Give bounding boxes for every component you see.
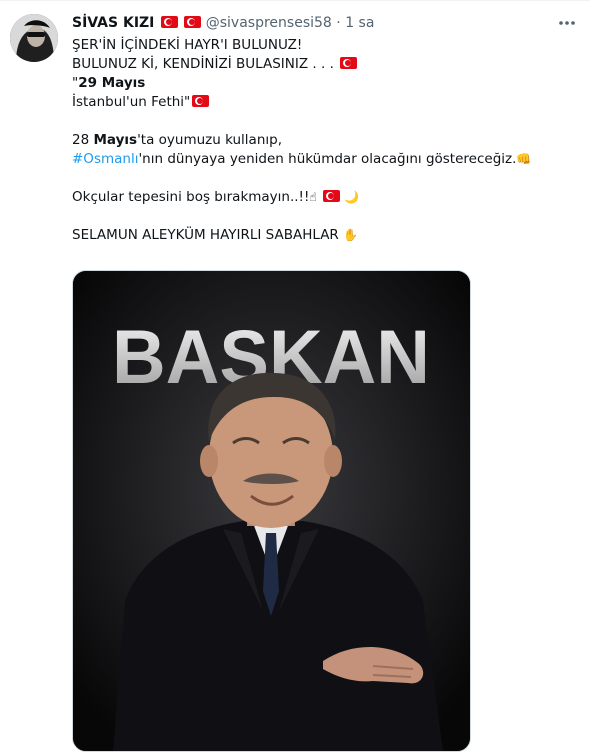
tweet-line: Okçular tepesini boş bırakmayın..!!☝ 🌙 <box>72 188 572 207</box>
text-span: 'ta oyumuzu kullanıp, <box>137 132 282 148</box>
text-span: ŞER'İN İÇİNDEKİ HAYR'I BULUNUZ! <box>72 37 303 53</box>
tweet-line: 28 Mayıs'ta oyumuzu kullanıp, <box>72 131 572 150</box>
tweet-line: "29 Mayıs <box>72 74 572 93</box>
tweet-line: İstanbul'un Fethi" <box>72 93 572 112</box>
tweet-line: ŞER'İN İÇİNDEKİ HAYR'I BULUNUZ! <box>72 36 572 55</box>
tweet-timestamp[interactable]: 1 sa <box>345 15 374 31</box>
bold-text: 29 Mayıs <box>78 75 146 91</box>
tweet-line: BULUNUZ Kİ, KENDİNİZİ BULASINIZ . . . <box>72 55 572 74</box>
text-span: İstanbul'un Fethi" <box>72 94 191 110</box>
text-span: Okçular tepesini boş bırakmayın..!! <box>72 189 310 205</box>
author-display-name[interactable]: SİVAS KIZI <box>72 15 154 31</box>
author-avatar[interactable] <box>10 14 58 62</box>
tweet-line: SELAMUN ALEYKÜM HAYIRLI SABAHLAR ✋ <box>72 226 572 245</box>
avatar-image <box>10 14 58 62</box>
turkish-flag-icon <box>323 190 340 202</box>
tweet-text: ŞER'İN İÇİNDEKİ HAYR'I BULUNUZ! BULUNUZ … <box>72 36 572 245</box>
turkish-flag-icon <box>192 95 210 107</box>
pointing-up-icon: ☝ <box>309 190 317 204</box>
text-span: SELAMUN ALEYKÜM HAYIRLI SABAHLAR <box>72 227 339 243</box>
top-divider <box>0 0 590 1</box>
text-span: 'nın dünyaya yeniden hükümdar olacağını … <box>138 151 517 167</box>
bold-text: Mayıs <box>93 132 138 148</box>
turkish-flag-icon <box>340 57 358 69</box>
separator-dot: · <box>336 15 341 31</box>
more-options-button[interactable] <box>556 14 578 32</box>
author-handle[interactable]: @sivasprensesi58 <box>206 15 332 31</box>
more-horizontal-icon <box>559 21 575 25</box>
crescent-moon-icon: 🌙 <box>344 190 360 204</box>
turkish-flag-icon <box>184 16 202 28</box>
media-photo: BAŞKAN <box>73 271 470 751</box>
hashtag-link[interactable]: #Osmanlı <box>72 151 138 167</box>
tweet-header: SİVAS KIZI @sivasprensesi58 · 1 sa <box>72 13 374 33</box>
fist-icon: 👊 <box>516 152 532 166</box>
tweet-media-image[interactable]: BAŞKAN <box>72 270 471 752</box>
tweet-line: #Osmanlı'nın dünyaya yeniden hükümdar ol… <box>72 150 572 169</box>
text-span: 28 <box>72 132 94 148</box>
turkish-flag-icon <box>160 16 178 28</box>
text-span: BULUNUZ Kİ, KENDİNİZİ BULASINIZ . . . <box>72 56 334 72</box>
raised-hand-icon: ✋ <box>343 228 359 242</box>
